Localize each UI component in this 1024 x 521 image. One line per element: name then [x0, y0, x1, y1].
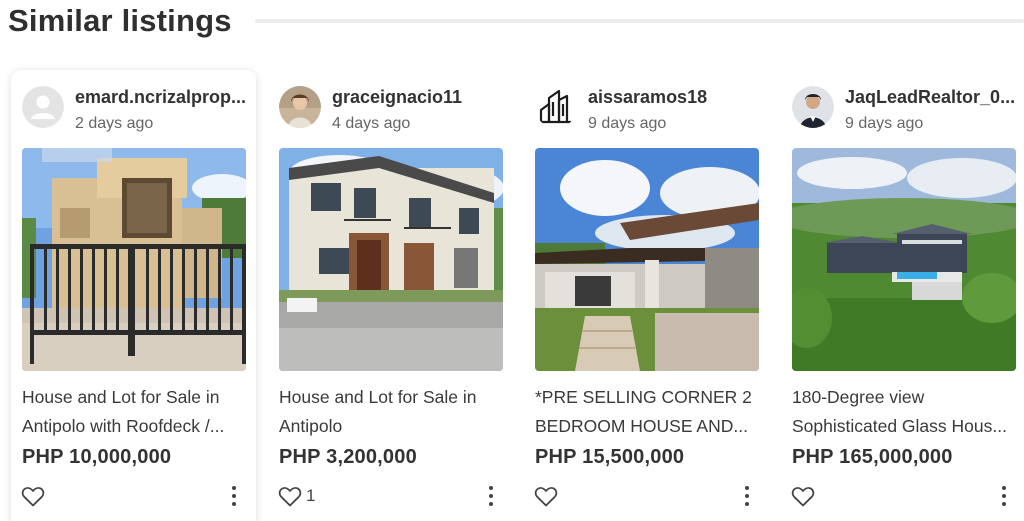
seller-avatar[interactable]: [792, 86, 834, 128]
seller-avatar[interactable]: [22, 86, 64, 128]
house-photo-4: [792, 148, 1016, 371]
listing-photo[interactable]: [792, 148, 1016, 371]
like-button[interactable]: [534, 484, 562, 508]
like-count: 1: [306, 486, 316, 505]
listing-title-line: *PRE SELLING CORNER 2: [535, 387, 752, 407]
listing-price: PHP 10,000,000: [22, 446, 172, 468]
section-title: Similar listings: [8, 3, 232, 38]
heart-icon: [21, 487, 45, 507]
buildings-logo-icon: [535, 86, 577, 128]
dot-icon: [232, 502, 236, 506]
profile-photo: [279, 86, 321, 128]
listing-title[interactable]: House and Lot for Sale in Antipolo with …: [22, 383, 250, 441]
posted-time: 9 days ago: [588, 115, 667, 132]
dot-icon: [232, 494, 236, 498]
heart-icon: [791, 487, 815, 507]
posted-time: 2 days ago: [75, 115, 154, 132]
default-user-icon: [22, 86, 64, 128]
heart-icon: [534, 487, 558, 507]
listing-card[interactable]: graceignacio11 4 days ago House and Lot …: [268, 70, 513, 521]
more-options-button[interactable]: [228, 483, 240, 509]
heart-icon: [278, 487, 302, 507]
seller-username[interactable]: aissaramos18: [588, 87, 766, 108]
more-options-button[interactable]: [998, 483, 1010, 509]
house-photo-2: [279, 148, 503, 371]
listing-card[interactable]: JaqLeadRealtor_0... 9 days ago 180-Degre…: [781, 70, 1024, 521]
dot-icon: [489, 486, 493, 490]
listing-card[interactable]: emard.ncrizalprop... 2 days ago House an…: [11, 70, 256, 521]
like-button[interactable]: [21, 484, 49, 508]
seller-username[interactable]: emard.ncrizalprop...: [75, 87, 253, 108]
posted-time: 9 days ago: [845, 115, 924, 132]
more-options-button[interactable]: [485, 483, 497, 509]
dot-icon: [1002, 502, 1006, 506]
listing-price: PHP 165,000,000: [792, 446, 953, 468]
dot-icon: [1002, 486, 1006, 490]
dot-icon: [489, 494, 493, 498]
listing-price: PHP 3,200,000: [279, 446, 417, 468]
listing-title-line: Antipolo with Roofdeck /...: [22, 416, 225, 436]
seller-username[interactable]: graceignacio11: [332, 87, 510, 108]
listing-title-line: Sophisticated Glass Hous...: [792, 416, 1007, 436]
seller-username[interactable]: JaqLeadRealtor_0...: [845, 87, 1023, 108]
listing-title-line: House and Lot for Sale in: [22, 387, 220, 407]
like-button[interactable]: 1: [278, 484, 315, 508]
listing-title-line: House and Lot for Sale in: [279, 387, 477, 407]
house-photo-1: [22, 148, 246, 371]
listing-title[interactable]: House and Lot for Sale in Antipolo: [279, 383, 507, 441]
listing-title[interactable]: 180-Degree view Sophisticated Glass Hous…: [792, 383, 1020, 441]
house-photo-3: [535, 148, 759, 371]
listing-title-line: 180-Degree view: [792, 387, 925, 407]
dot-icon: [489, 502, 493, 506]
listing-photo[interactable]: [535, 148, 759, 371]
seller-avatar[interactable]: [279, 86, 321, 128]
listing-title-line: Antipolo: [279, 416, 343, 436]
listing-title[interactable]: *PRE SELLING CORNER 2 BEDROOM HOUSE AND.…: [535, 383, 763, 441]
like-button[interactable]: [791, 484, 819, 508]
listing-photo[interactable]: [279, 148, 503, 371]
dot-icon: [1002, 494, 1006, 498]
listing-title-line: BEDROOM HOUSE AND...: [535, 416, 748, 436]
dot-icon: [745, 502, 749, 506]
dot-icon: [745, 486, 749, 490]
posted-time: 4 days ago: [332, 115, 411, 132]
profile-photo: [792, 86, 834, 128]
dot-icon: [745, 494, 749, 498]
dot-icon: [232, 486, 236, 490]
seller-avatar[interactable]: [535, 86, 577, 128]
listing-price: PHP 15,500,000: [535, 446, 685, 468]
header-divider: [255, 19, 1024, 23]
listing-card[interactable]: aissaramos18 9 days ago *PRE SELLING COR…: [524, 70, 769, 521]
similar-listings-header: Similar listings: [0, 0, 1024, 50]
more-options-button[interactable]: [741, 483, 753, 509]
listing-photo[interactable]: [22, 148, 246, 371]
